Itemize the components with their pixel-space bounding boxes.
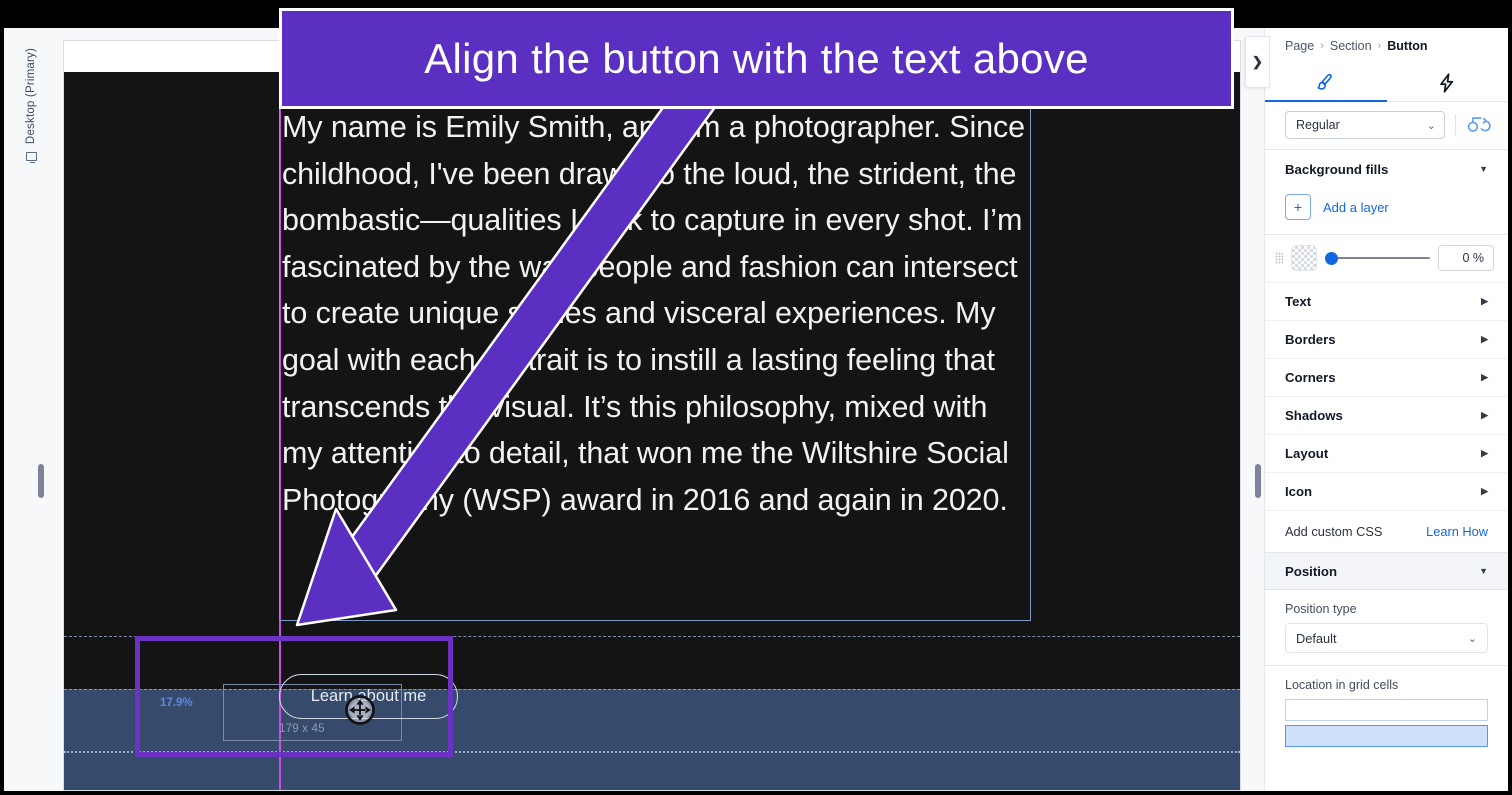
section-row-borders-label: Borders	[1285, 332, 1336, 347]
breadcrumb-item-page[interactable]: Page	[1285, 39, 1314, 53]
annotation-selection-rectangle	[135, 636, 453, 757]
breadcrumb-separator-icon: ›	[1377, 40, 1382, 52]
chevron-down-icon: ⌄	[1426, 119, 1436, 132]
element-state-row: Regular ⌄	[1265, 102, 1508, 149]
caret-right-icon: ▶	[1481, 448, 1488, 458]
add-layer-label[interactable]: Add a layer	[1323, 200, 1389, 215]
paintbrush-icon	[1317, 73, 1332, 90]
opacity-value-input[interactable]: 0 %	[1438, 245, 1494, 271]
canvas-resize-handle-left[interactable]	[38, 464, 44, 498]
custom-css-label: Add custom CSS	[1285, 524, 1383, 539]
section-position[interactable]: Position ▼	[1265, 552, 1508, 590]
move-cursor-icon	[345, 695, 375, 725]
caret-right-icon: ▶	[1481, 486, 1488, 496]
canvas-resize-handle-right[interactable]	[1255, 464, 1261, 498]
section-row-corners-label: Corners	[1285, 370, 1336, 385]
screenshot-root: Desktop (Primary) My name is Emily Smith…	[0, 0, 1512, 795]
caret-down-icon: ▼	[1479, 566, 1488, 576]
section-row-shadows-label: Shadows	[1285, 408, 1343, 423]
element-state-value: Regular	[1296, 118, 1340, 132]
section-row-corners[interactable]: Corners ▶	[1265, 358, 1508, 396]
chevron-down-icon: ⌄	[1467, 632, 1477, 645]
section-row-text[interactable]: Text ▶	[1265, 282, 1508, 320]
breadcrumb-item-section[interactable]: Section	[1330, 39, 1372, 53]
breadcrumb-item-button[interactable]: Button	[1387, 39, 1427, 53]
section-background-fills[interactable]: Background fills ▼	[1265, 150, 1508, 188]
breadcrumb-separator-icon: ›	[1320, 40, 1324, 52]
collapse-tab-glyph: ❯	[1252, 54, 1263, 69]
custom-css-learn-how-link[interactable]: Learn How	[1426, 524, 1488, 539]
section-row-layout-label: Layout	[1285, 446, 1329, 461]
caret-right-icon: ▶	[1481, 372, 1488, 382]
section-row-borders[interactable]: Borders ▶	[1265, 320, 1508, 358]
text-block-body: My name is Emily Smith, and I'm a photog…	[282, 110, 1026, 517]
section-background-fills-label: Background fills	[1285, 161, 1389, 177]
grid-location-input-2[interactable]	[1285, 725, 1488, 747]
opacity-row: 0 %	[1265, 235, 1508, 282]
reset-states-icon[interactable]	[1466, 115, 1492, 135]
section-row-icon[interactable]: Icon ▶	[1265, 472, 1508, 510]
lightning-bolt-icon	[1440, 72, 1454, 93]
caret-down-icon: ▼	[1479, 164, 1488, 174]
add-layer-button[interactable]: +	[1285, 194, 1311, 220]
custom-css-row: Add custom CSS Learn How	[1265, 510, 1508, 552]
section-position-label: Position	[1285, 563, 1338, 579]
section-row-layout[interactable]: Layout ▶	[1265, 434, 1508, 472]
tab-design[interactable]	[1265, 64, 1387, 102]
grid-location-input-1[interactable]	[1285, 699, 1488, 721]
chevron-right-icon[interactable]: ❯	[1245, 36, 1270, 88]
inspector-panel: Page › Section › Button Regular ⌄ Backgr…	[1264, 28, 1508, 791]
caret-right-icon: ▶	[1481, 410, 1488, 420]
breadcrumb: Page › Section › Button	[1265, 28, 1508, 64]
divider	[1455, 114, 1456, 136]
add-layer-row[interactable]: + Add a layer	[1265, 188, 1508, 234]
inspector-tabs	[1265, 64, 1508, 102]
tab-interactions[interactable]	[1387, 64, 1509, 101]
text-block-element[interactable]: My name is Emily Smith, and I'm a photog…	[279, 101, 1031, 621]
viewport-selector-desktop[interactable]: Desktop (Primary)	[20, 48, 42, 238]
element-state-select[interactable]: Regular ⌄	[1285, 111, 1445, 139]
grid-location-label: Location in grid cells	[1285, 678, 1399, 692]
annotation-callout: Align the button with the text above	[279, 8, 1234, 109]
fill-color-swatch[interactable]	[1291, 245, 1317, 271]
opacity-value: 0 %	[1462, 251, 1484, 265]
left-rail: Desktop (Primary)	[4, 28, 60, 791]
position-type-select[interactable]: Default ⌄	[1285, 623, 1488, 653]
drag-grip-icon[interactable]	[1275, 252, 1283, 264]
section-row-text-label: Text	[1285, 294, 1312, 309]
section-row-shadows[interactable]: Shadows ▶	[1265, 396, 1508, 434]
section-row-icon-label: Icon	[1285, 484, 1313, 499]
position-type-value: Default	[1296, 630, 1337, 646]
opacity-slider[interactable]	[1325, 251, 1430, 265]
monitor-icon	[25, 152, 37, 164]
opacity-slider-track	[1333, 257, 1430, 259]
opacity-slider-knob[interactable]	[1325, 252, 1338, 265]
viewport-label-text: Desktop (Primary)	[25, 48, 37, 145]
caret-right-icon: ▶	[1481, 334, 1488, 344]
caret-right-icon: ▶	[1481, 296, 1488, 306]
position-type-label: Position type	[1285, 602, 1357, 616]
annotation-callout-text: Align the button with the text above	[424, 34, 1089, 82]
plus-icon: +	[1293, 199, 1303, 215]
